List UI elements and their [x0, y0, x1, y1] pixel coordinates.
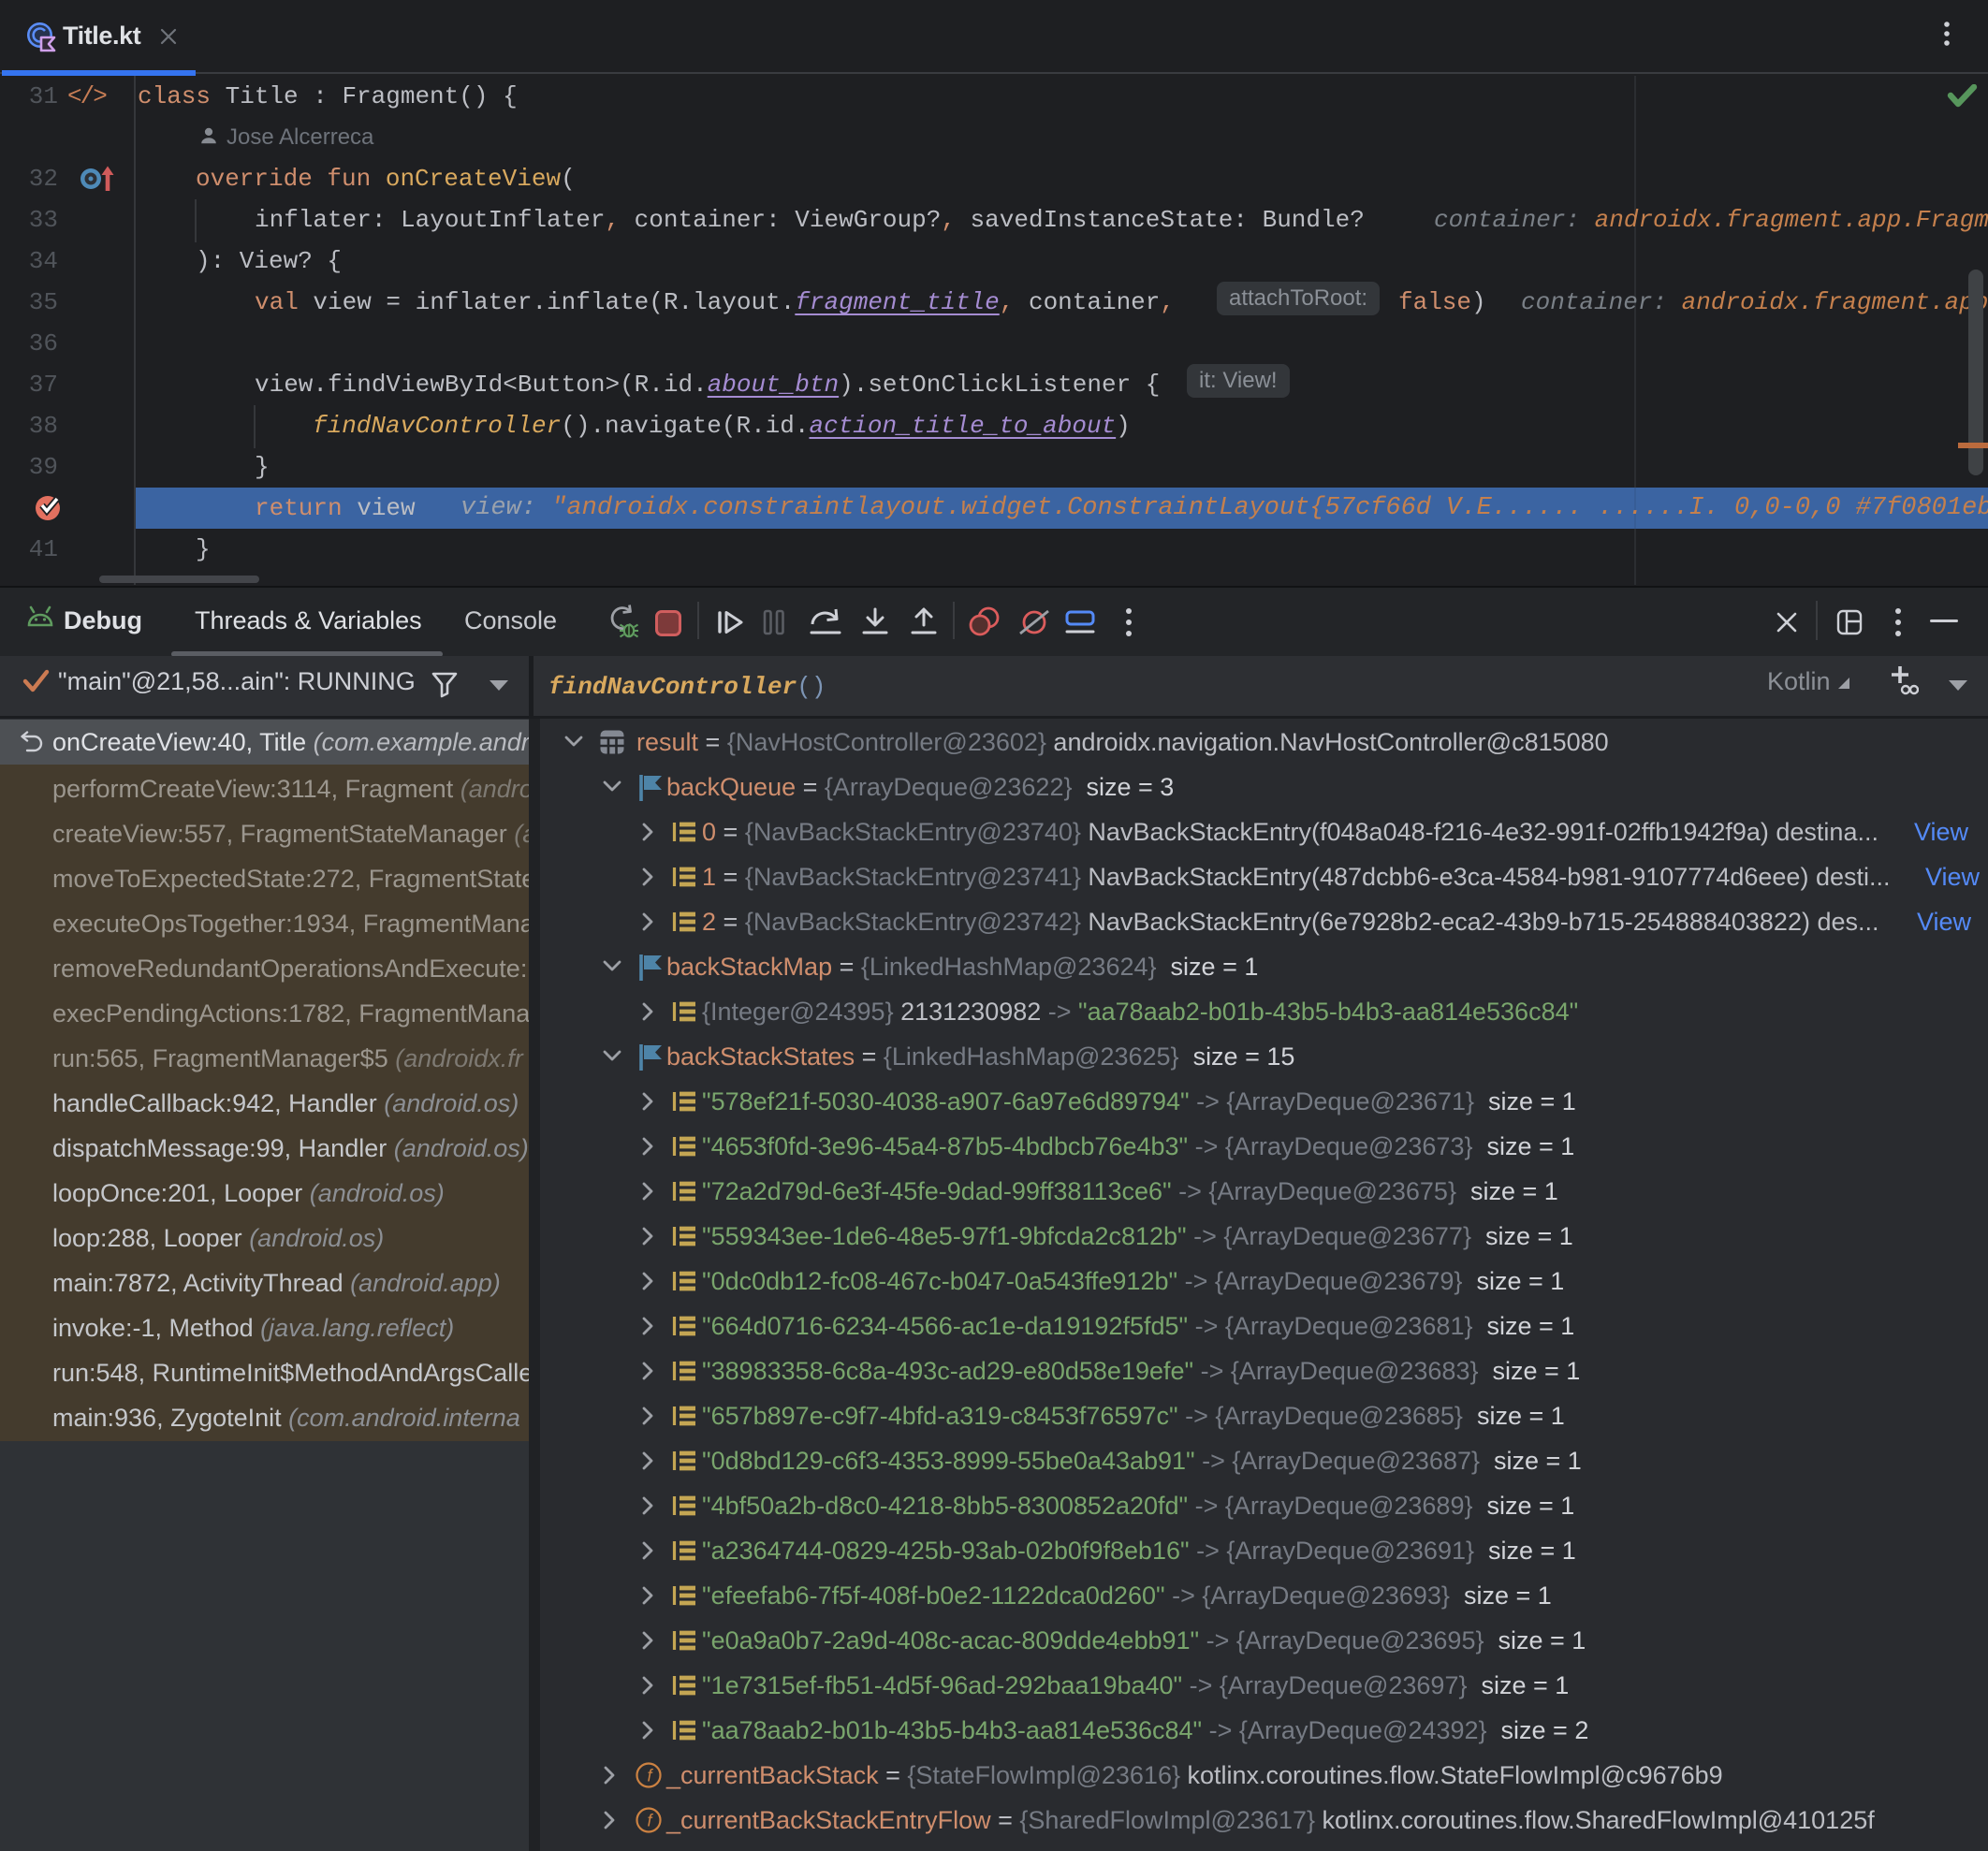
svg-text:f: f: [647, 1767, 653, 1785]
svg-text:f: f: [647, 1812, 653, 1830]
